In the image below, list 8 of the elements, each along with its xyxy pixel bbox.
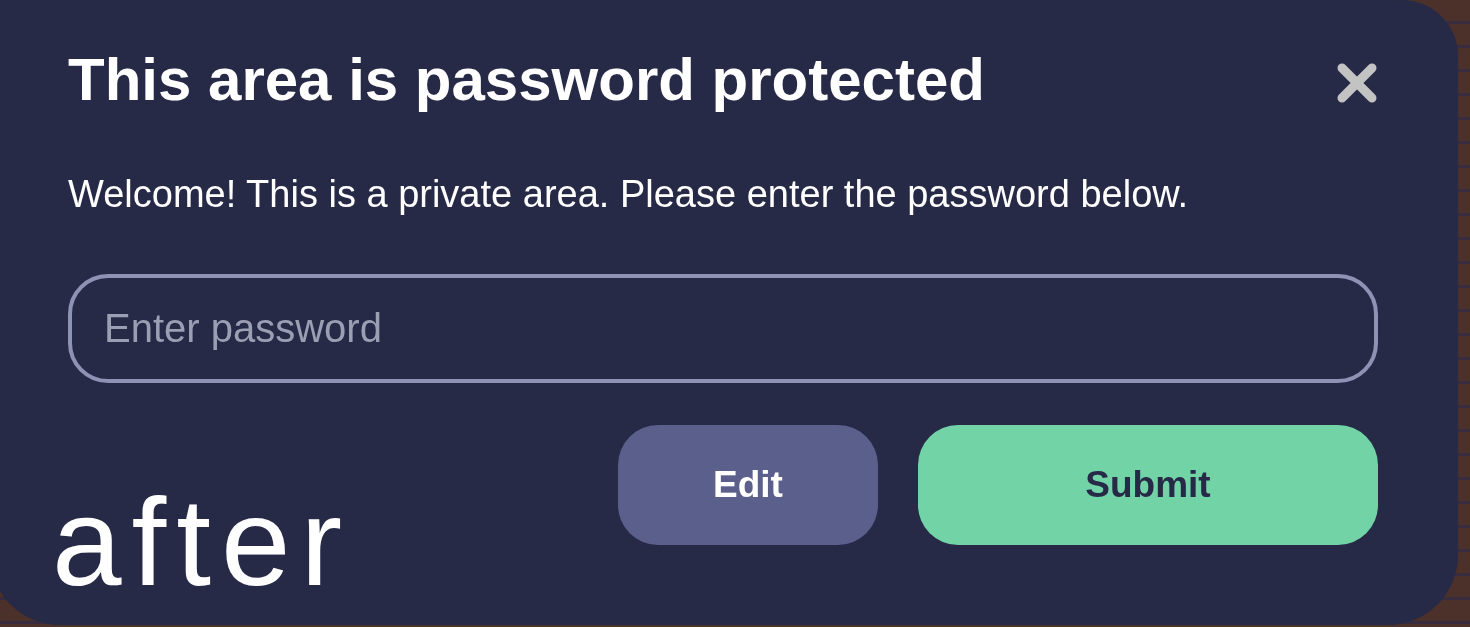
dialog-title: This area is password protected: [68, 45, 986, 115]
password-field[interactable]: Enter password: [68, 274, 1378, 383]
dialog-message: Welcome! This is a private area. Please enter the password below.: [68, 172, 1190, 217]
close-icon: [1336, 62, 1378, 104]
edit-button[interactable]: Edit: [618, 425, 878, 545]
submit-button[interactable]: Submit: [918, 425, 1378, 545]
handwritten-note: after: [52, 479, 353, 604]
close-button[interactable]: [1336, 62, 1378, 104]
